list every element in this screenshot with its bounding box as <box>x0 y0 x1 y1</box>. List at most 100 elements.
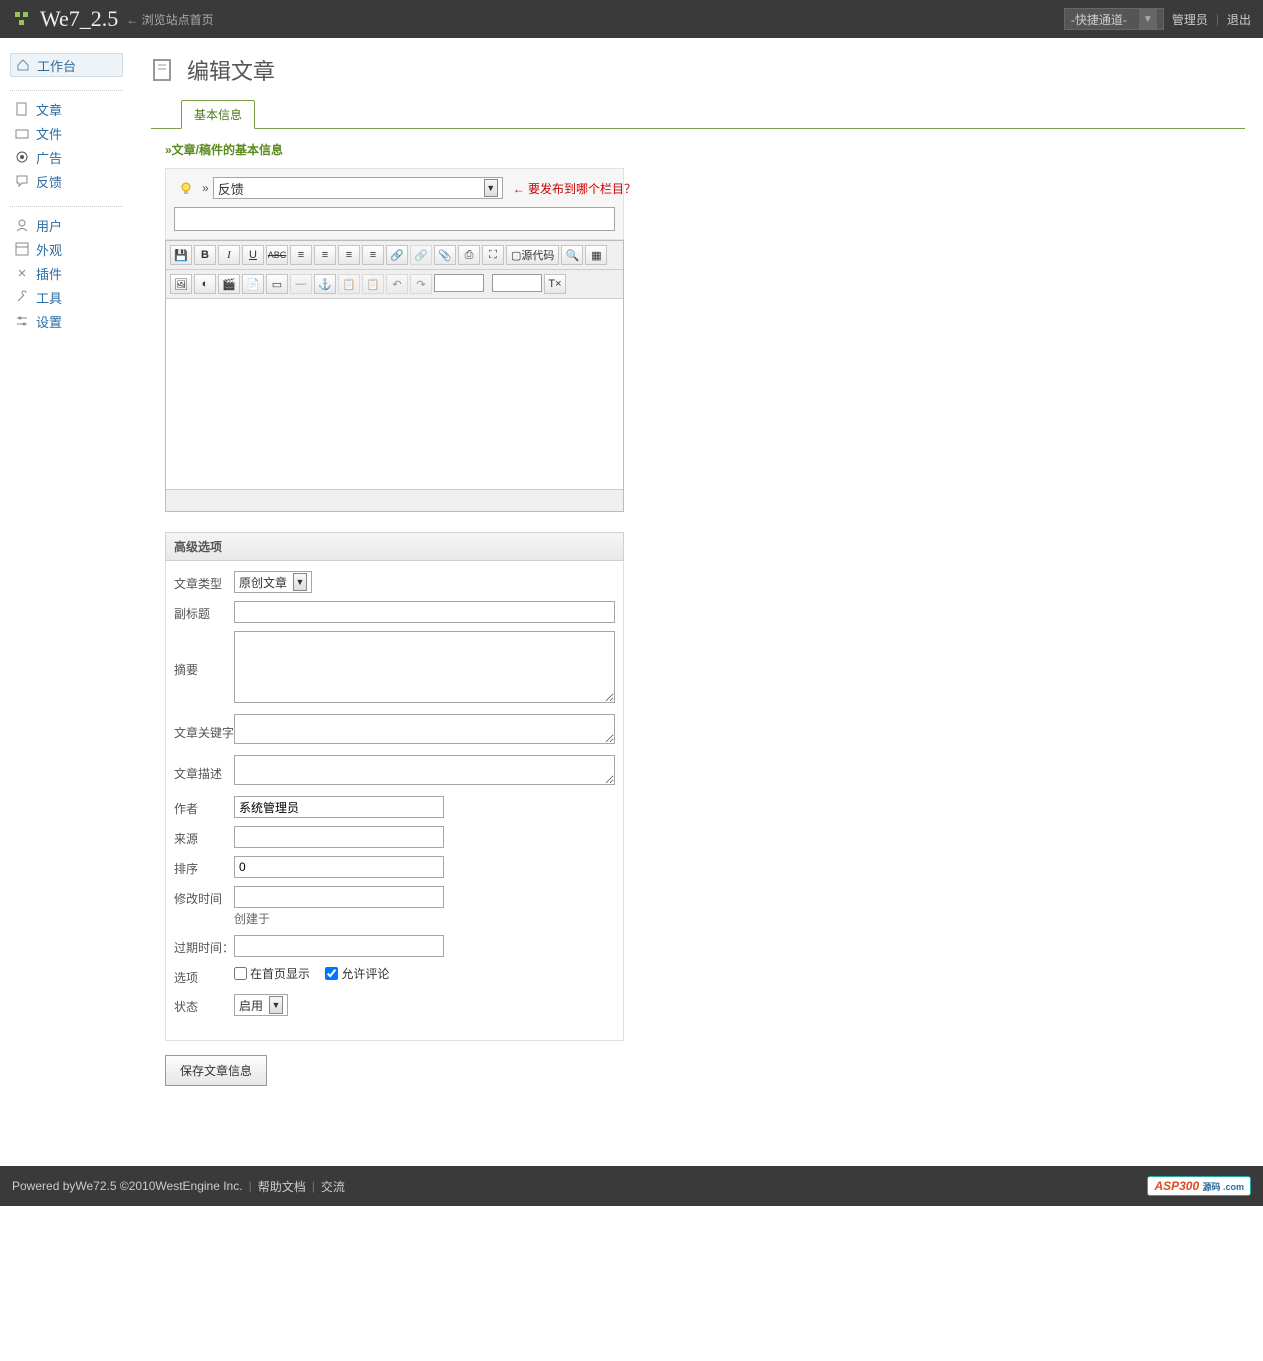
brand-subtitle[interactable]: ← 浏览站点首页 <box>126 11 213 28</box>
sidebar-item-label: 设置 <box>36 312 62 331</box>
wrench-icon <box>14 289 30 305</box>
tab-bar: 基本信息 <box>151 100 1245 129</box>
source-button[interactable]: ▢ 源代码 <box>506 245 559 265</box>
font-color-swatch[interactable] <box>434 274 484 292</box>
layout-icon <box>14 241 30 257</box>
sidebar-item-label: 反馈 <box>36 172 62 191</box>
advanced-header: 高级选项 <box>165 532 624 561</box>
align-right-icon[interactable]: ≡ <box>338 245 360 265</box>
video-icon[interactable]: 🎬 <box>218 274 240 294</box>
save-button[interactable]: 保存文章信息 <box>165 1055 267 1086</box>
comment-icon <box>14 173 30 189</box>
asp300-logo[interactable]: ASP300 源码 .com <box>1147 1176 1251 1196</box>
sidebar-item-feedback[interactable]: 反馈 <box>10 169 123 193</box>
quick-nav-select[interactable]: -快捷通道- ▼ <box>1064 8 1164 30</box>
quick-nav-label: -快捷通道- <box>1071 11 1127 28</box>
footer-help-link[interactable]: 帮助文档 <box>258 1178 306 1195</box>
expire-input[interactable] <box>234 935 444 957</box>
clear-format-icon[interactable]: T× <box>544 274 566 294</box>
author-input[interactable] <box>234 796 444 818</box>
align-left-icon[interactable]: ≡ <box>290 245 312 265</box>
sidebar-item-plugin[interactable]: 插件 <box>10 261 123 285</box>
anchor-icon[interactable]: ⚓ <box>314 274 336 294</box>
template-icon[interactable]: ▭ <box>266 274 288 294</box>
footer-company-link[interactable]: WestEngine Inc. <box>155 1179 242 1193</box>
link-icon[interactable]: 🔗 <box>386 245 408 265</box>
opt-show-home-checkbox[interactable] <box>234 967 247 980</box>
footer-comm-link[interactable]: 交流 <box>321 1178 345 1195</box>
status-select[interactable]: 启用 ▼ <box>234 994 288 1016</box>
article-title-input[interactable] <box>174 207 615 231</box>
bold-icon[interactable]: B <box>194 245 216 265</box>
sidebar-item-label: 用户 <box>36 216 62 235</box>
description-textarea[interactable] <box>234 755 615 785</box>
italic-icon[interactable]: I <box>218 245 240 265</box>
opt-show-home[interactable]: 在首页显示 <box>234 965 310 982</box>
home-icon <box>15 57 31 73</box>
category-select[interactable]: 反馈 ▼ <box>213 177 503 199</box>
label-summary: 摘要 <box>174 631 234 678</box>
save-icon[interactable]: 💾 <box>170 245 192 265</box>
hr-icon: — <box>290 274 312 294</box>
document-icon <box>14 101 30 117</box>
tab-basic-info[interactable]: 基本信息 <box>181 100 255 129</box>
editor-status-bar <box>166 489 623 511</box>
sidebar-item-tool[interactable]: 工具 <box>10 285 123 309</box>
target-icon <box>14 149 30 165</box>
label-options: 选项 <box>174 965 234 986</box>
category-value: 反馈 <box>218 179 244 198</box>
editor-body[interactable] <box>166 299 623 489</box>
sidebar-item-appearance[interactable]: 外观 <box>10 237 123 261</box>
slider-icon <box>14 313 30 329</box>
sidebar-item-label: 插件 <box>36 264 62 283</box>
footer-separator: | <box>312 1179 315 1193</box>
source-input[interactable] <box>234 826 444 848</box>
label-source: 来源 <box>174 826 234 847</box>
redo-icon: ↷ <box>410 274 432 294</box>
editor-toolbar-row-2: 🖼 ◐ 🎬 📄 ▭ — ⚓ 📋 📋 ↶ ↷ T× <box>166 270 623 299</box>
top-separator: | <box>1216 12 1219 26</box>
align-justify-icon[interactable]: ≡ <box>362 245 384 265</box>
footer-we7-link[interactable]: We7 <box>75 1179 99 1193</box>
sidebar-item-file[interactable]: 文件 <box>10 121 123 145</box>
sidebar-item-workbench[interactable]: 工作台 <box>10 53 123 77</box>
logout-link[interactable]: 退出 <box>1227 11 1251 28</box>
subtitle-input[interactable] <box>234 601 615 623</box>
pagebreak-icon[interactable]: ⎙ <box>458 245 480 265</box>
status-value: 启用 <box>239 997 263 1014</box>
mtime-input[interactable] <box>234 886 444 908</box>
order-input[interactable] <box>234 856 444 878</box>
opt-allow-comment-checkbox[interactable] <box>325 967 338 980</box>
align-center-icon[interactable]: ≡ <box>314 245 336 265</box>
summary-textarea[interactable] <box>234 631 615 703</box>
sidebar-item-setting[interactable]: 设置 <box>10 309 123 333</box>
label-order: 排序 <box>174 856 234 877</box>
footer-separator: | <box>249 1179 252 1193</box>
sidebar-item-ad[interactable]: 广告 <box>10 145 123 169</box>
logo-icon <box>12 9 32 29</box>
image-icon[interactable]: 🖼 <box>170 274 192 294</box>
strike-icon[interactable]: ABC <box>266 245 288 265</box>
opt-allow-comment[interactable]: 允许评论 <box>325 965 389 982</box>
blocks-icon[interactable]: ▦ <box>585 245 607 265</box>
sidebar-item-article[interactable]: 文章 <box>10 97 123 121</box>
admin-link[interactable]: 管理员 <box>1172 11 1208 28</box>
preview-icon[interactable]: 🔍 <box>561 245 583 265</box>
label-expire: 过期时间： <box>174 935 234 956</box>
plug-icon <box>14 265 30 281</box>
attach-icon[interactable]: 📎 <box>434 245 456 265</box>
undo-icon: ↶ <box>386 274 408 294</box>
copy-icon: 📋 <box>338 274 360 294</box>
type-value: 原创文章 <box>239 574 287 591</box>
word-icon[interactable]: 📄 <box>242 274 264 294</box>
fullscreen-icon[interactable]: ⛶ <box>482 245 504 265</box>
chevron-icon: » <box>202 181 209 195</box>
sidebar-item-label: 广告 <box>36 148 62 167</box>
sidebar-item-user[interactable]: 用户 <box>10 213 123 237</box>
label-status: 状态 <box>174 994 234 1015</box>
underline-icon[interactable]: U <box>242 245 264 265</box>
bg-color-swatch[interactable] <box>492 274 542 292</box>
flash-icon[interactable]: ◐ <box>194 274 216 294</box>
type-select[interactable]: 原创文章 ▼ <box>234 571 312 593</box>
keywords-textarea[interactable] <box>234 714 615 744</box>
